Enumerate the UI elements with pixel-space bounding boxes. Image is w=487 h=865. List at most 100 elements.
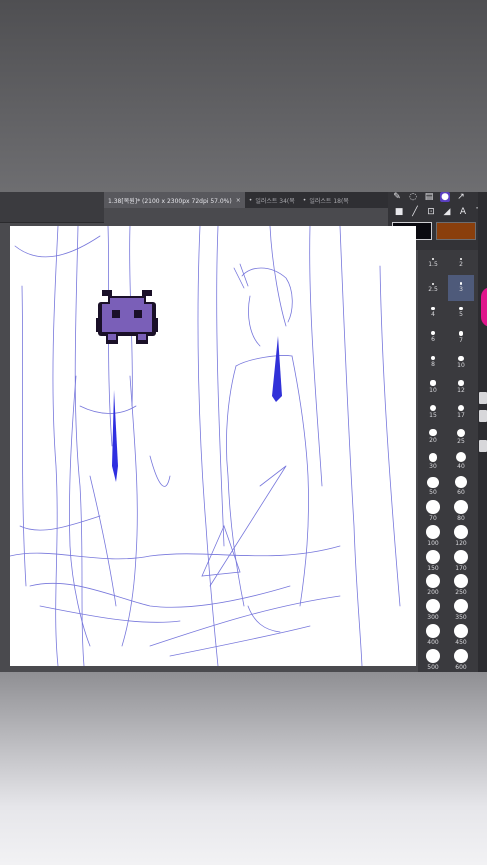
brush-size-label: 2	[459, 261, 463, 269]
brush-size-option[interactable]: 200	[420, 572, 446, 598]
bottom-background	[0, 672, 487, 865]
brush-preview-dot	[426, 648, 440, 663]
brush-preview-dot	[431, 282, 435, 286]
brush-size-option[interactable]: 450	[448, 622, 474, 648]
brush-preview-dot	[454, 599, 468, 614]
tab-document-2[interactable]: • 일러스트 34(복	[245, 192, 299, 208]
brush-size-option[interactable]: 10	[448, 349, 474, 375]
brush-size-option[interactable]: 350	[448, 597, 474, 623]
frame-tool-icon[interactable]: ⊡	[426, 207, 436, 217]
line-tool-icon[interactable]: ╱	[410, 207, 420, 217]
fill-tool-icon[interactable]: ■	[394, 207, 404, 217]
brush-size-label: 250	[455, 589, 467, 597]
clip-studio-window: 1.38[복원]* (2100 x 2300px 72dpi 57.0%) × …	[0, 192, 487, 672]
brush-size-option[interactable]: 150	[420, 548, 446, 574]
brush-preview-dot	[455, 452, 467, 463]
brush-size-label: 350	[455, 614, 467, 622]
brush-size-option[interactable]: 120	[448, 523, 474, 549]
tab-document-3[interactable]: • 일러스트 18(복	[299, 192, 353, 208]
brush-size-option[interactable]: 20	[420, 424, 446, 450]
brush-size-option[interactable]: 8	[420, 349, 446, 375]
brush-size-option[interactable]: 40	[448, 448, 474, 474]
brush-size-option[interactable]: 1.5	[420, 250, 446, 276]
brush-size-label: 40	[457, 463, 465, 471]
brush-preview-dot	[458, 331, 464, 336]
brush-size-option[interactable]: 250	[448, 572, 474, 598]
brush-size-option[interactable]: 30	[420, 448, 446, 474]
brush-size-option[interactable]: 6	[420, 324, 446, 350]
brush-size-option[interactable]: 3	[448, 274, 474, 301]
right-side-panel	[478, 192, 487, 672]
brush-preview-dot	[429, 404, 437, 411]
brush-size-label: 20	[429, 437, 437, 445]
brush-size-label: 70	[429, 514, 437, 522]
selected-tool-icon[interactable]: ●	[440, 192, 450, 202]
brush-preview-dot	[426, 599, 440, 614]
brush-preview-dot	[454, 549, 468, 564]
tab-label: 일러스트 18(복	[309, 197, 349, 205]
text-tool-icon[interactable]: A	[458, 207, 468, 217]
lasso-tool-icon[interactable]: ◌	[408, 192, 418, 202]
brush-size-option[interactable]: 300	[420, 597, 446, 623]
brush-size-label: 200	[427, 589, 439, 597]
brush-size-option[interactable]: 15	[420, 399, 446, 425]
brush-size-label: 450	[455, 639, 467, 646]
tab-active-document[interactable]: 1.38[복원]* (2100 x 2300px 72dpi 57.0%) ×	[104, 192, 245, 208]
drawing-canvas[interactable]	[10, 226, 416, 666]
gradient-tool-icon[interactable]: ◢	[442, 207, 452, 217]
brush-preview-dot	[426, 574, 440, 589]
brush-preview-dot	[432, 258, 434, 260]
brush-size-label: 15	[429, 411, 437, 419]
brush-preview-dot	[454, 574, 468, 589]
unsaved-dot-icon: •	[248, 196, 253, 204]
brush-size-option[interactable]: 5	[448, 300, 474, 326]
tie-left	[112, 390, 118, 482]
brush-preview-dot	[458, 380, 464, 386]
brush-preview-dot	[428, 453, 438, 462]
side-button[interactable]	[479, 392, 487, 404]
space-invader-emoji	[96, 290, 158, 344]
brush-preview-dot	[426, 524, 440, 539]
pen-tool-icon[interactable]: ✎	[392, 192, 402, 202]
brush-size-option[interactable]: 170	[448, 548, 474, 574]
brush-size-option[interactable]: 400	[420, 622, 446, 648]
brush-size-label: 30	[429, 462, 437, 470]
brush-size-option[interactable]: 7	[448, 324, 474, 350]
brush-size-label: 170	[455, 564, 467, 572]
brush-size-option[interactable]: 2	[448, 250, 474, 276]
brush-size-option[interactable]: 10	[420, 374, 446, 400]
sub-color-swatch[interactable]	[436, 222, 476, 240]
share-icon[interactable]: ↗	[456, 192, 466, 202]
brush-size-option[interactable]: 60	[448, 473, 474, 499]
brush-size-option[interactable]: 25	[448, 424, 474, 450]
brush-size-option[interactable]: 12	[448, 374, 474, 400]
left-panel	[0, 192, 104, 223]
brush-size-label: 500	[427, 663, 439, 671]
color-wheel-edge[interactable]	[481, 287, 487, 327]
brush-size-label: 10	[457, 361, 465, 369]
brush-preview-dot	[429, 429, 437, 437]
brush-preview-dot	[430, 355, 436, 361]
brush-size-option[interactable]: 100	[420, 523, 446, 549]
brush-size-label: 100	[427, 539, 439, 547]
brush-size-label: 10	[429, 386, 437, 394]
brush-preview-dot	[454, 648, 468, 663]
side-button[interactable]	[479, 410, 487, 422]
close-tab-icon[interactable]: ×	[236, 197, 241, 204]
brush-size-option[interactable]: 80	[448, 498, 474, 524]
brush-size-option[interactable]: 600	[448, 647, 474, 672]
brush-size-label: 400	[427, 639, 439, 646]
brush-preview-dot	[459, 306, 463, 311]
brush-preview-dot	[457, 428, 465, 437]
brush-size-option[interactable]: 4	[420, 300, 446, 326]
brush-preview-dot	[459, 282, 463, 286]
brush-size-option[interactable]: 17	[448, 399, 474, 425]
side-button[interactable]	[479, 440, 487, 452]
brush-preview-dot	[454, 475, 468, 489]
brush-size-option[interactable]: 50	[420, 473, 446, 499]
brush-size-option[interactable]: 2.5	[420, 275, 446, 301]
brush-size-label: 4	[431, 311, 435, 319]
brush-size-option[interactable]: 500	[420, 647, 446, 672]
layer-tool-icon[interactable]: ▤	[424, 192, 434, 202]
brush-size-option[interactable]: 70	[420, 498, 446, 524]
